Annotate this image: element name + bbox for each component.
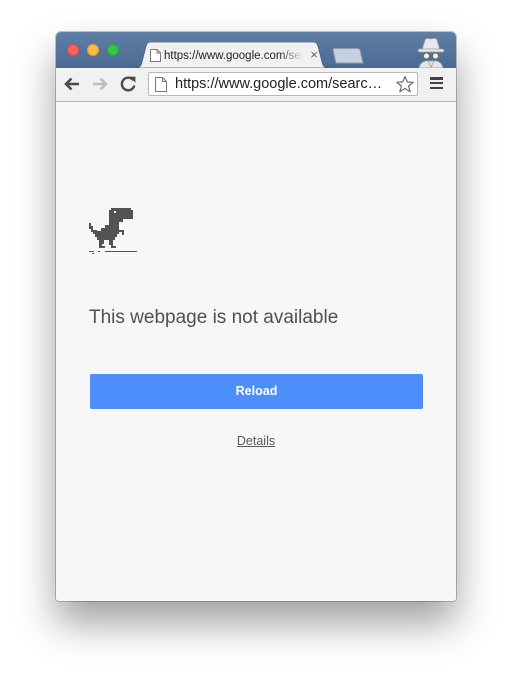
tab-title: https://www.google.com/search	[164, 50, 304, 62]
details-link[interactable]: Details	[206, 434, 306, 449]
page-icon	[150, 49, 161, 62]
minimize-window-button[interactable]	[87, 44, 99, 56]
tab-active[interactable]: https://www.google.com/search ×	[134, 42, 330, 68]
zoom-window-button[interactable]	[107, 44, 119, 56]
incognito-icon	[417, 37, 445, 68]
close-window-button[interactable]	[67, 44, 79, 56]
tab-strip: https://www.google.com/search ×	[56, 32, 456, 68]
toolbar: https://www.google.com/searc…	[56, 68, 456, 102]
error-page: This webpage is not available Reload Det…	[56, 102, 456, 601]
hamburger-icon[interactable]	[430, 77, 444, 91]
reload-icon[interactable]	[118, 74, 138, 94]
url-text[interactable]: https://www.google.com/searc…	[175, 76, 387, 93]
arrow-right-icon[interactable]	[90, 74, 110, 94]
arrow-left-icon[interactable]	[62, 74, 82, 94]
tab-close-icon[interactable]: ×	[307, 47, 321, 63]
address-bar[interactable]: https://www.google.com/searc…	[148, 72, 418, 96]
dinosaur-icon	[89, 208, 137, 254]
star-outline-icon[interactable]	[395, 75, 415, 94]
error-title: This webpage is not available	[89, 307, 339, 328]
new-tab-button[interactable]	[332, 48, 364, 64]
page-icon	[155, 77, 167, 92]
browser-window: https://www.google.com/search ×	[56, 32, 456, 601]
reload-button[interactable]: Reload	[90, 374, 423, 409]
